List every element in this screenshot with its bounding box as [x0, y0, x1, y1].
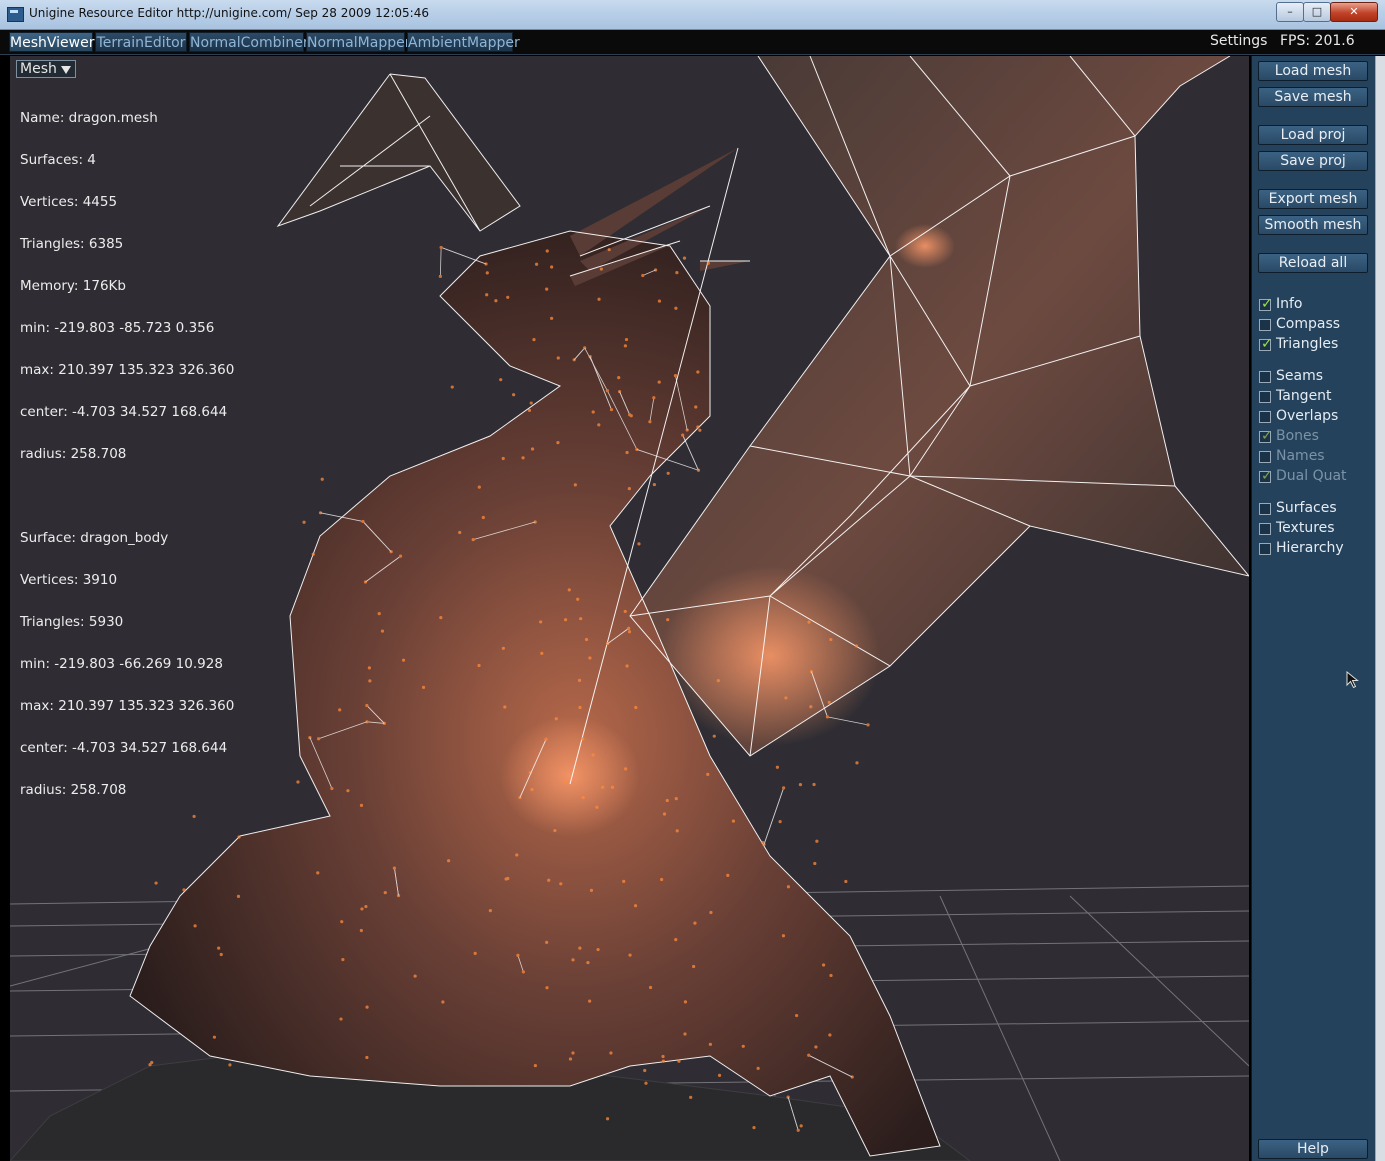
mouse-cursor-icon	[1346, 671, 1359, 689]
window-edge	[1375, 56, 1385, 1161]
fps-counter: FPS: 201.6	[1280, 33, 1355, 49]
checkbox-box[interactable]: ✓	[1259, 296, 1273, 312]
checkbox-label: Bones	[1276, 428, 1319, 444]
info-line: max: 210.397 135.323 326.360	[20, 362, 235, 378]
smooth-mesh-button[interactable]: Smooth mesh	[1258, 215, 1368, 235]
info-line: Triangles: 6385	[20, 236, 124, 252]
checkbox-label: Dual Quat	[1276, 468, 1347, 484]
checkbox-label: Overlaps	[1276, 408, 1339, 424]
checkbox-label: Compass	[1276, 316, 1341, 332]
window-title: Unigine Resource Editor http://unigine.c…	[29, 6, 429, 20]
checkbox-box: ✓	[1259, 428, 1273, 444]
checkbox-box[interactable]	[1259, 319, 1271, 331]
info-line: Vertices: 3910	[20, 572, 118, 588]
save-mesh-button[interactable]: Save mesh	[1258, 87, 1368, 107]
checkbox-box	[1259, 451, 1271, 463]
mesh-info-panel: Name: dragon.mesh Surfaces: 4 Vertices: …	[20, 83, 234, 825]
close-button[interactable]: ✕	[1330, 2, 1378, 22]
info-line: Surface: dragon_body	[20, 530, 169, 546]
mesh-mode-dropdown[interactable]: Mesh	[16, 60, 76, 78]
tab-bar: MeshViewer TerrainEditor NormalCombiner …	[0, 30, 1385, 55]
minimize-button[interactable]: –	[1276, 2, 1304, 22]
info-line: Memory: 176Kb	[20, 278, 126, 294]
reload-all-button[interactable]: Reload all	[1258, 253, 1368, 273]
settings-link[interactable]: Settings	[1210, 33, 1267, 49]
load-proj-button[interactable]: Load proj	[1258, 125, 1368, 145]
checkbox-box: ✓	[1259, 468, 1273, 484]
checkbox-label: Textures	[1276, 520, 1335, 536]
info-line: Name: dragon.mesh	[20, 110, 158, 126]
checkmark-icon: ✓	[1261, 336, 1273, 352]
info-line: Surfaces: 4	[20, 152, 96, 168]
checkbox-label: Surfaces	[1276, 500, 1337, 516]
checkbox-label: Hierarchy	[1276, 540, 1344, 556]
mesh-mode-label: Mesh	[20, 61, 57, 77]
app-icon	[7, 7, 24, 22]
checkbox-box[interactable]	[1259, 371, 1271, 383]
info-line: Vertices: 4455	[20, 194, 118, 210]
checkbox-label: Tangent	[1276, 388, 1332, 404]
info-line: min: -219.803 -85.723 0.356	[20, 320, 215, 336]
tab-normalcombiner[interactable]: NormalCombiner	[189, 32, 309, 52]
checkbox-label: Names	[1276, 448, 1325, 464]
info-line: center: -4.703 34.527 168.644	[20, 404, 228, 420]
tab-normalmapper[interactable]: NormalMapper	[306, 32, 410, 52]
load-mesh-button[interactable]: Load mesh	[1258, 61, 1368, 81]
export-mesh-button[interactable]: Export mesh	[1258, 189, 1368, 209]
window-titlebar[interactable]: Unigine Resource Editor http://unigine.c…	[0, 0, 1385, 30]
control-panel: Load mesh Save mesh Load proj Save proj …	[1251, 56, 1375, 1161]
checkbox-label: Triangles	[1276, 336, 1339, 352]
save-proj-button[interactable]: Save proj	[1258, 151, 1368, 171]
info-line: radius: 258.708	[20, 446, 127, 462]
checkmark-icon: ✓	[1261, 296, 1273, 312]
checkbox-box[interactable]	[1259, 523, 1271, 535]
checkbox-label: Info	[1276, 296, 1303, 312]
info-line: max: 210.397 135.323 326.360	[20, 698, 235, 714]
tab-terraineditor[interactable]: TerrainEditor	[95, 32, 187, 52]
info-line: center: -4.703 34.527 168.644	[20, 740, 228, 756]
checkbox-box[interactable]	[1259, 543, 1271, 555]
tab-meshviewer[interactable]: MeshViewer	[9, 32, 94, 52]
info-line: Triangles: 5930	[20, 614, 124, 630]
info-line: min: -219.803 -66.269 10.928	[20, 656, 223, 672]
checkbox-box[interactable]	[1259, 503, 1271, 515]
checkbox-box[interactable]: ✓	[1259, 336, 1273, 352]
checkbox-box[interactable]	[1259, 411, 1271, 423]
checkbox-label: Seams	[1276, 368, 1324, 384]
checkmark-icon: ✓	[1261, 428, 1273, 444]
mesh-viewport[interactable]: Mesh Name: dragon.mesh Surfaces: 4 Verti…	[10, 56, 1249, 1161]
checkmark-icon: ✓	[1261, 468, 1273, 484]
info-line: radius: 258.708	[20, 782, 127, 798]
checkbox-box[interactable]	[1259, 391, 1271, 403]
chevron-down-icon	[61, 66, 71, 74]
help-button[interactable]: Help	[1258, 1139, 1368, 1159]
maximize-button[interactable]: □	[1303, 2, 1331, 22]
tab-ambientmapper[interactable]: AmbientMapper	[407, 32, 520, 52]
